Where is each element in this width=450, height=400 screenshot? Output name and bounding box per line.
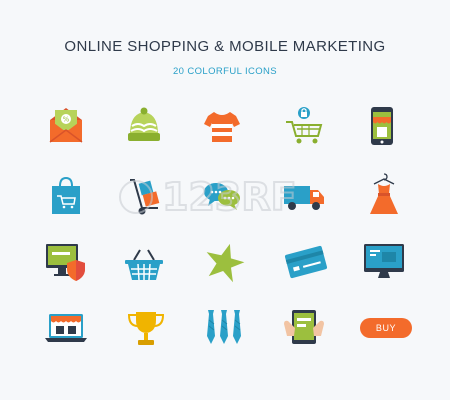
credit-card-icon	[284, 240, 328, 284]
mobile-shop-icon	[360, 104, 404, 148]
page-subtitle: 20 COLORFUL ICONS	[172, 66, 278, 77]
knit-hat-icon	[122, 104, 166, 148]
delivery-truck-icon	[282, 174, 326, 218]
star-icon	[202, 240, 246, 284]
striped-tshirt-icon	[200, 104, 244, 148]
monitor-shield-icon	[44, 240, 88, 284]
chat-bubbles-icon	[200, 174, 244, 218]
buy-button[interactable]: BUY	[360, 318, 412, 338]
tablet-hands-icon	[282, 306, 326, 350]
hand-truck-icon	[122, 174, 166, 218]
laptop-store-icon	[44, 308, 88, 352]
shopping-cart-lock-icon	[282, 104, 326, 148]
page-title: ONLINE SHOPPING & MOBILE MARKETING	[64, 38, 386, 55]
envelope-discount-icon: %	[44, 104, 88, 148]
shopping-basket-icon	[122, 242, 166, 286]
svg-text:%: %	[63, 116, 70, 124]
ties-icon	[202, 306, 246, 350]
shopping-bag-icon	[44, 174, 88, 218]
trophy-icon	[124, 306, 168, 350]
dress-icon	[362, 172, 406, 216]
desktop-monitor-icon	[362, 240, 406, 284]
